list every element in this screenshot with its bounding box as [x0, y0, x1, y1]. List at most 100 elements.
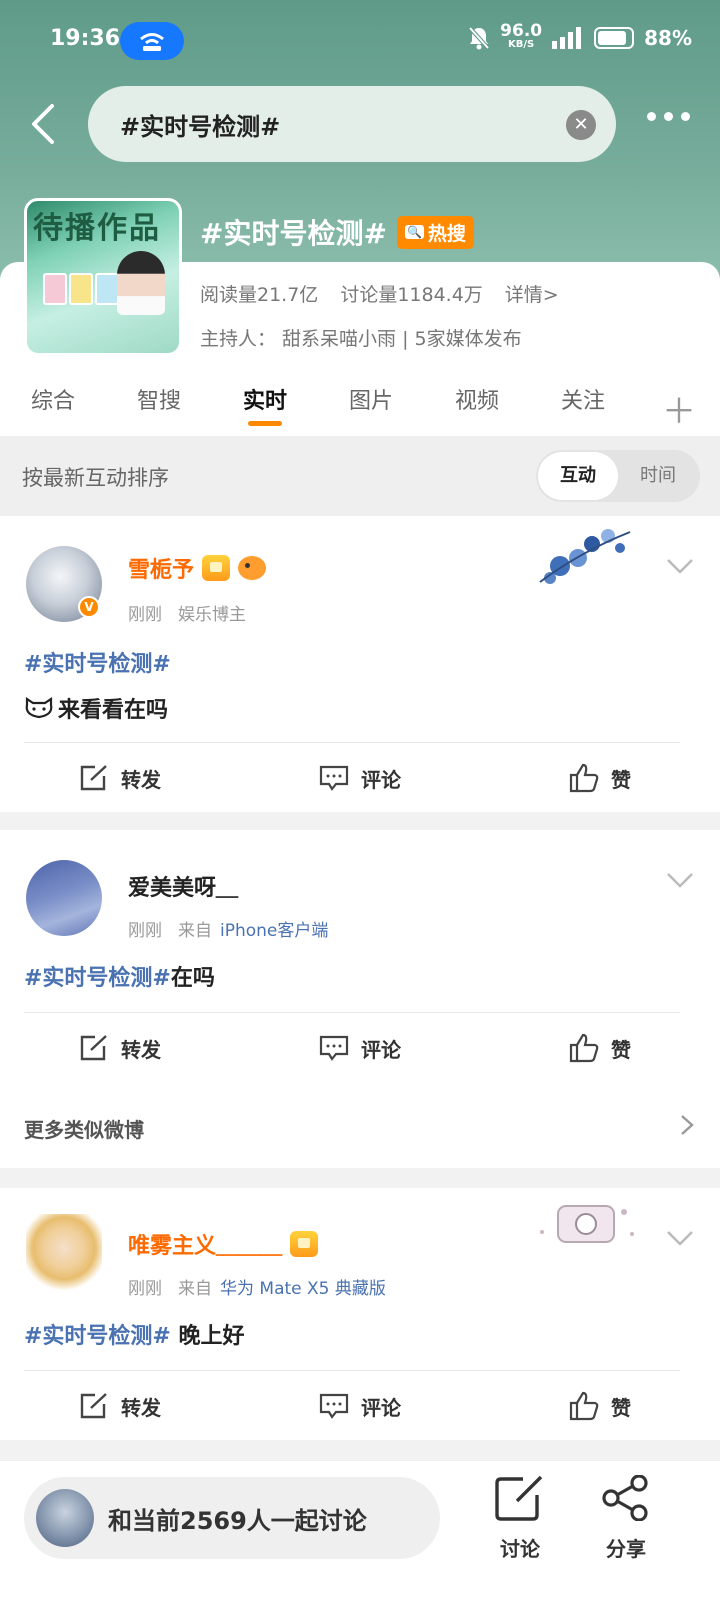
tab-bar: 综合 智搜 实时 图片 视频 关注 ＋ — [0, 368, 720, 436]
tab-comprehensive[interactable]: 综合 — [0, 374, 106, 430]
net-speed: 96.0 KB/S — [500, 23, 542, 52]
battery-percent: 88% — [644, 26, 692, 50]
search-query: #实时号检测# — [120, 112, 281, 141]
post-meta: 刚刚 来自 华为 Mate X5 典藏版 — [128, 1274, 386, 1299]
chevron-down-icon[interactable] — [666, 558, 694, 574]
sort-option-interaction[interactable]: 互动 — [538, 452, 618, 500]
topic-tag[interactable]: #实时号检测# — [24, 1324, 171, 1349]
more-similar-row[interactable]: 更多类似微博 — [0, 1082, 720, 1168]
tab-images[interactable]: 图片 — [318, 374, 424, 430]
post-author[interactable]: 爱美美呀＿ — [128, 870, 238, 902]
repost-icon — [80, 765, 107, 791]
author-name: 雪栀予 — [128, 558, 195, 583]
pet-badge-icon — [238, 556, 267, 580]
back-icon[interactable] — [24, 102, 64, 146]
topic-host[interactable]: 主持人： 甜系呆喵小雨 | 5家媒体发布 — [200, 324, 522, 351]
chevron-down-icon[interactable] — [666, 1230, 694, 1246]
discuss-button[interactable]: 讨论 — [480, 1475, 560, 1562]
post-text-content: 晚上好 — [170, 1324, 245, 1349]
chevron-right-icon — [681, 1115, 694, 1135]
post-meta: 刚刚 来自 iPhone客户端 — [128, 916, 328, 941]
avatar[interactable] — [26, 860, 102, 936]
add-tab-icon[interactable]: ＋ — [662, 384, 696, 433]
flower-decoration-icon — [539, 529, 631, 584]
verified-badge-icon: V — [78, 596, 100, 618]
like-button[interactable]: 赞 — [480, 744, 720, 812]
sort-option-time[interactable]: 时间 — [618, 452, 698, 500]
share-icon — [602, 1474, 648, 1522]
post-card[interactable]: 唯雾主义＿＿＿ 刚刚 来自 华为 Mate X5 典藏版 #实时号检测# 晚上好… — [0, 1188, 720, 1440]
post-source[interactable]: iPhone客户端 — [220, 916, 328, 941]
post-author[interactable]: 雪栀予 — [128, 552, 267, 584]
thumbs-up-icon — [569, 1391, 599, 1421]
repost-icon — [80, 1035, 107, 1061]
repost-button[interactable]: 转发 — [0, 744, 240, 812]
repost-button[interactable]: 转发 — [0, 1014, 240, 1082]
post-text: 来看看在吗 — [24, 692, 168, 724]
post-card[interactable]: 爱美美呀＿ 刚刚 来自 iPhone客户端 #实时号检测#在吗 转发 评论 赞 — [0, 830, 720, 1082]
share-label: 分享 — [606, 1537, 646, 1561]
post-source[interactable]: 华为 Mate X5 典藏版 — [220, 1274, 386, 1299]
crown-badge-icon — [290, 1231, 319, 1257]
clear-icon[interactable]: ✕ — [566, 110, 596, 140]
hot-badge-label: 热搜 — [427, 222, 466, 245]
post-text: #实时号检测# 晚上好 — [24, 1318, 245, 1350]
more-options-icon[interactable] — [647, 112, 690, 121]
comment-button[interactable]: 评论 — [240, 1014, 480, 1082]
tab-following[interactable]: 关注 — [530, 374, 636, 430]
post-meta: 刚刚 娱乐博主 — [128, 600, 246, 625]
topic-title-text: #实时号检测# — [200, 217, 387, 250]
repost-icon — [80, 1393, 107, 1419]
read-count: 阅读量21.7亿 — [200, 284, 319, 306]
share-button[interactable]: 分享 — [586, 1474, 666, 1562]
avatar[interactable] — [26, 1214, 102, 1290]
status-right: 96.0 KB/S 88% — [468, 23, 692, 52]
tab-realtime[interactable]: 实时 — [212, 374, 318, 430]
thumbs-up-icon — [569, 1033, 599, 1063]
search-input[interactable]: #实时号检测# ✕ — [88, 86, 616, 162]
comment-icon — [319, 1393, 349, 1419]
hot-search-icon: 🔍 — [404, 225, 424, 239]
crown-badge-icon — [202, 555, 231, 581]
post-text-content: 在吗 — [170, 966, 215, 991]
repost-button[interactable]: 转发 — [0, 1372, 240, 1440]
chevron-down-icon[interactable] — [666, 872, 694, 888]
post-author[interactable]: 唯雾主义＿＿＿ — [128, 1228, 319, 1260]
post-card[interactable]: V 雪栀予 刚刚 娱乐博主 #实时号检测# 来看看在吗 转发 评论 赞 — [0, 516, 720, 812]
divider — [24, 742, 680, 743]
post-time: 刚刚 — [128, 1279, 162, 1299]
comment-button[interactable]: 评论 — [240, 744, 480, 812]
post-actions: 转发 评论 赞 — [0, 1014, 720, 1082]
like-label: 赞 — [611, 1395, 631, 1420]
like-label: 赞 — [611, 767, 631, 792]
topic-cover-image[interactable]: 待播作品 — [24, 198, 182, 356]
tab-smart-search[interactable]: 智搜 — [106, 374, 212, 430]
sort-toggle[interactable]: 互动 时间 — [536, 450, 700, 502]
author-name: 爱美美呀＿ — [128, 876, 239, 901]
post-actions: 转发 评论 赞 — [0, 1372, 720, 1440]
cover-text: 待播作品 — [33, 211, 161, 246]
comment-button[interactable]: 评论 — [240, 1372, 480, 1440]
more-similar-label: 更多类似微博 — [24, 1118, 144, 1142]
sort-bar: 按最新互动排序 互动 时间 — [0, 436, 720, 516]
post-tag[interactable]: #实时号检测# — [24, 646, 171, 678]
topic-tag[interactable]: #实时号检测# — [24, 652, 171, 677]
hot-badge[interactable]: 🔍 热搜 — [396, 215, 474, 249]
like-button[interactable]: 赞 — [480, 1372, 720, 1440]
topic-title: #实时号检测# 🔍 热搜 — [200, 212, 474, 252]
post-text: #实时号检测#在吗 — [24, 960, 215, 992]
post-time: 刚刚 — [128, 605, 162, 625]
battery-icon — [594, 27, 635, 49]
post-actions: 转发 评论 赞 — [0, 744, 720, 812]
topic-tag[interactable]: #实时号检测# — [24, 966, 171, 991]
signal-icon — [552, 27, 582, 49]
detail-link[interactable]: 详情> — [505, 280, 559, 307]
tab-videos[interactable]: 视频 — [424, 374, 530, 430]
status-bar: 19:36 96.0 KB/S 88% — [0, 0, 720, 84]
post-text-content: 来看看在吗 — [58, 698, 169, 723]
like-button[interactable]: 赞 — [480, 1014, 720, 1082]
join-discussion-input[interactable]: 和当前2569人一起讨论 — [24, 1477, 440, 1559]
my-avatar — [36, 1489, 94, 1547]
comment-label: 评论 — [361, 1037, 401, 1062]
cover-portrait — [117, 251, 165, 315]
